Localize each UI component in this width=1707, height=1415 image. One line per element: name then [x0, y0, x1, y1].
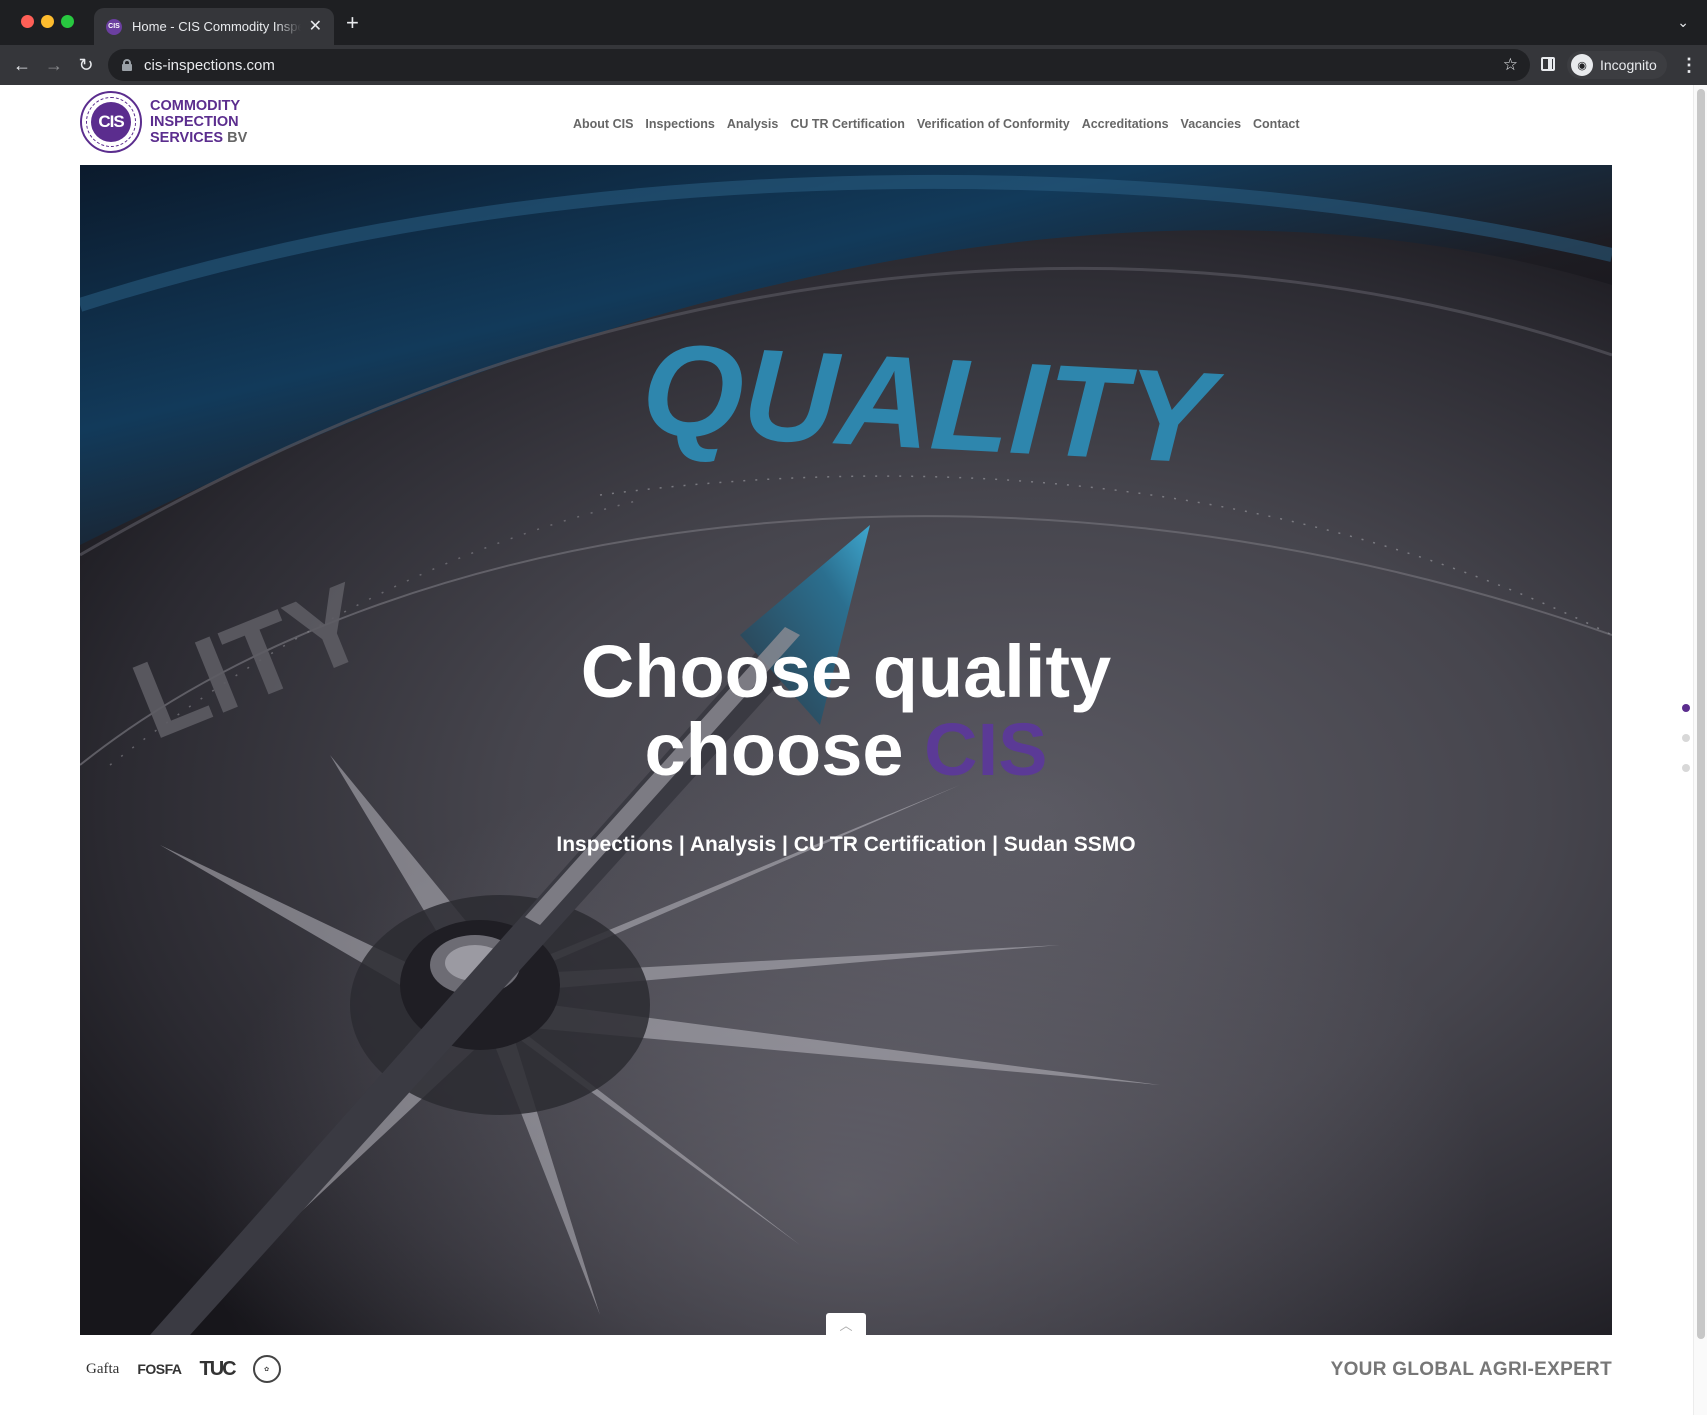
forward-icon[interactable]: → [42, 53, 66, 77]
accreditation-logos: Gafta FOSFA TUC ✿ [86, 1355, 281, 1383]
hero-title-line-1: Choose quality [580, 630, 1112, 713]
site-logo[interactable]: CIS COMMODITY INSPECTION SERVICES BV [80, 91, 247, 153]
slider-dot-3[interactable] [1682, 764, 1690, 772]
nav-analysis[interactable]: Analysis [727, 117, 778, 131]
reload-icon[interactable]: ↻ [74, 53, 98, 77]
incognito-icon: ◉ [1571, 54, 1593, 76]
main-navigation: About CIS Inspections Analysis CU TR Cer… [573, 117, 1312, 131]
minimize-window-button[interactable] [41, 15, 54, 28]
nav-verification-of-conformity[interactable]: Verification of Conformity [917, 117, 1070, 131]
hero-content: Choose quality choose CIS Inspections | … [80, 165, 1612, 1335]
logo-seal: CIS [80, 91, 142, 153]
browser-chrome: CIS Home - CIS Commodity Inspection Serv… [0, 0, 1707, 85]
page-scrollbar[interactable] [1693, 85, 1707, 1415]
logo-line-3-text: SERVICES [150, 130, 224, 146]
tab-bar: CIS Home - CIS Commodity Inspection Serv… [0, 0, 1707, 45]
close-tab-icon[interactable]: ✕ [309, 18, 322, 35]
nav-vacancies[interactable]: Vacancies [1181, 117, 1241, 131]
slider-dot-2[interactable] [1682, 734, 1690, 742]
accreditation-strip: Gafta FOSFA TUC ✿ YOUR GLOBAL AGRI-EXPER… [80, 1347, 1612, 1395]
hero-title: Choose quality choose CIS [80, 633, 1612, 789]
nav-accreditations[interactable]: Accreditations [1082, 117, 1169, 131]
logo-line-3: SERVICES BV [150, 130, 247, 146]
scrollbar-thumb[interactable] [1697, 89, 1705, 1339]
back-icon[interactable]: ← [10, 53, 34, 77]
url-text[interactable]: cis-inspections.com [144, 57, 275, 74]
favicon-icon: CIS [106, 18, 122, 35]
browser-tab[interactable]: CIS Home - CIS Commodity Inspection Serv… [94, 8, 334, 45]
lock-icon[interactable] [122, 59, 132, 71]
scroll-up-button[interactable]: ︿ [826, 1313, 866, 1335]
incognito-label: Incognito [1600, 57, 1657, 73]
side-panel-icon[interactable] [1541, 57, 1555, 71]
gafta-logo[interactable]: Gafta [86, 1361, 119, 1378]
fosfa-logo[interactable]: FOSFA [137, 1361, 182, 1377]
slider-pagination [1682, 704, 1690, 772]
hero-subtitle: Inspections | Analysis | CU TR Certifica… [556, 833, 1136, 856]
nav-about[interactable]: About CIS [573, 117, 633, 131]
web-page: CIS COMMODITY INSPECTION SERVICES BV Abo… [0, 85, 1707, 1415]
certification-seal-icon[interactable]: ✿ [252, 1355, 281, 1383]
tagline: YOUR GLOBAL AGRI-EXPERT [1330, 1359, 1612, 1380]
address-bar[interactable]: cis-inspections.com ☆ [108, 49, 1530, 81]
nav-contact[interactable]: Contact [1253, 117, 1300, 131]
chevron-up-icon: ︿ [839, 1317, 853, 1333]
new-tab-icon[interactable]: + [346, 12, 359, 34]
tuc-logo[interactable]: TUC [199, 1358, 236, 1381]
browser-toolbar: ← → ↻ cis-inspections.com ☆ ◉ Incognito … [0, 45, 1707, 85]
logo-line-2: INSPECTION [150, 114, 239, 130]
close-window-button[interactable] [21, 15, 34, 28]
maximize-window-button[interactable] [61, 15, 74, 28]
bookmark-star-icon[interactable]: ☆ [1503, 55, 1518, 75]
hero-title-accent: CIS [924, 708, 1048, 791]
hero-banner: QUALITY LITY Choose quality choose CIS I… [80, 165, 1612, 1335]
slider-dot-1[interactable] [1682, 704, 1690, 712]
logo-wordmark: COMMODITY INSPECTION SERVICES BV [150, 98, 247, 146]
logo-suffix: BV [227, 130, 248, 146]
nav-inspections[interactable]: Inspections [645, 117, 714, 131]
more-menu-icon[interactable]: ⋮ [1680, 53, 1698, 77]
logo-seal-text: CIS [91, 102, 131, 142]
incognito-badge[interactable]: ◉ Incognito [1567, 51, 1667, 79]
tab-search-icon[interactable]: ⌄ [1677, 14, 1689, 31]
site-header: CIS COMMODITY INSPECTION SERVICES BV Abo… [0, 85, 1707, 165]
logo-line-1: COMMODITY [150, 98, 241, 114]
tab-title: Home - CIS Commodity Inspection Services [132, 19, 301, 34]
nav-cutr-certification[interactable]: CU TR Certification [790, 117, 905, 131]
hero-title-line-2-prefix: choose [644, 708, 904, 791]
